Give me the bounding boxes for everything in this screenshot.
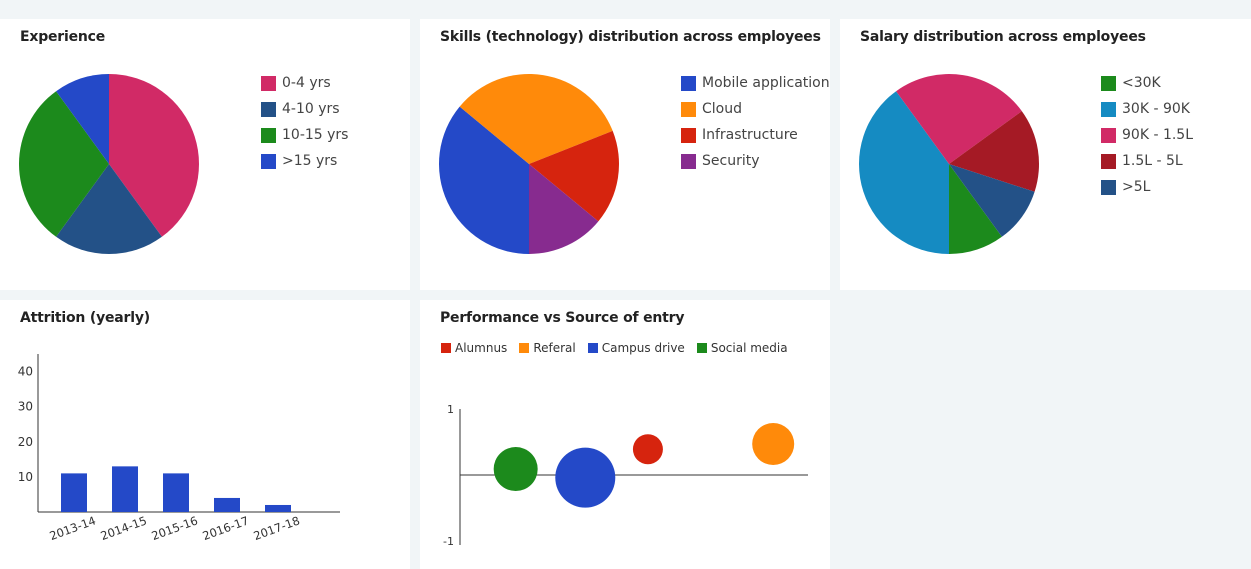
skills-card: Skills (technology) distribution across …	[420, 19, 830, 290]
legend-label: 1.5L - 5L	[1122, 153, 1183, 169]
legend-item[interactable]: Campus drive	[587, 341, 685, 355]
legend-swatch	[681, 75, 696, 91]
legend-swatch	[261, 75, 276, 91]
legend-item[interactable]: Social media	[696, 341, 788, 355]
legend-item[interactable]: <30K	[1101, 70, 1193, 96]
y-tick-label: 40	[18, 365, 33, 379]
legend-label: >15 yrs	[282, 153, 338, 169]
legend-swatch	[681, 127, 696, 143]
legend-swatch	[587, 343, 598, 353]
legend-label: Social media	[710, 341, 788, 355]
legend-label: 4-10 yrs	[282, 101, 340, 117]
salary-pie	[859, 74, 1040, 254]
legend-item[interactable]: Alumnus	[441, 341, 507, 355]
legend-item[interactable]: >5L	[1101, 174, 1193, 200]
skills-legend: Mobile application Cloud Infrastructure …	[681, 70, 830, 174]
legend-label: Campus drive	[601, 341, 685, 355]
legend-label: <30K	[1122, 75, 1161, 91]
bar[interactable]	[214, 497, 240, 512]
legend-label: 10-15 yrs	[282, 127, 349, 143]
x-tick-label: 2017-18	[252, 513, 302, 543]
bar[interactable]	[265, 504, 291, 512]
attrition-card: Attrition (yearly) 10 20 30 40 2013-14 2014-1…	[0, 300, 410, 569]
legend-swatch	[1101, 127, 1116, 143]
y-tick-label: 20	[18, 435, 33, 449]
legend-swatch	[519, 343, 530, 353]
legend-swatch	[261, 153, 276, 169]
performance-legend: Alumnus Referal Campus drive Social medi…	[441, 341, 800, 355]
legend-item[interactable]: Security	[681, 148, 830, 174]
legend-swatch	[441, 343, 451, 353]
legend-item[interactable]: 30K - 90K	[1101, 96, 1193, 122]
legend-label: Alumnus	[455, 341, 508, 355]
salary-legend: <30K 30K - 90K 90K - 1.5L 1.5L - 5L >5L	[1101, 70, 1193, 200]
x-tick-label: 2013-14	[48, 513, 98, 543]
legend-item[interactable]: >15 yrs	[261, 148, 348, 174]
bubble[interactable]	[632, 434, 663, 465]
legend-swatch	[1101, 101, 1116, 117]
performance-bubble-chart: 1 -1	[443, 403, 808, 548]
legend-item[interactable]: 1.5L - 5L	[1101, 148, 1193, 174]
x-tick-label: 2015-16	[150, 513, 200, 543]
legend-swatch	[261, 127, 276, 143]
legend-item[interactable]: Mobile application	[681, 70, 830, 96]
legend-swatch	[696, 343, 707, 353]
x-tick-label: 2014-15	[99, 513, 149, 543]
legend-item[interactable]: 90K - 1.5L	[1101, 122, 1193, 148]
experience-legend: 0-4 yrs 4-10 yrs 10-15 yrs >15 yrs	[261, 70, 348, 174]
skills-title: Skills (technology) distribution across …	[440, 29, 821, 45]
legend-item[interactable]: Referal	[519, 341, 576, 355]
legend-label: 0-4 yrs	[282, 75, 331, 91]
legend-swatch	[1101, 153, 1116, 169]
legend-label: 90K - 1.5L	[1122, 127, 1194, 143]
legend-item[interactable]: 10-15 yrs	[261, 122, 348, 148]
salary-card: Salary distribution across employees <30…	[840, 19, 1251, 290]
legend-swatch	[1101, 75, 1116, 91]
y-tick-label: 30	[18, 400, 33, 414]
bar[interactable]	[61, 473, 87, 512]
legend-swatch	[681, 153, 696, 169]
legend-label: Mobile application	[702, 75, 830, 91]
legend-item[interactable]: 4-10 yrs	[261, 96, 348, 122]
legend-item[interactable]: 0-4 yrs	[261, 70, 348, 96]
x-tick-label: 2016-17	[201, 513, 251, 543]
legend-item[interactable]: Infrastructure	[681, 122, 830, 148]
bubble[interactable]	[555, 447, 616, 508]
legend-label: 30K - 90K	[1122, 101, 1190, 117]
y-tick-label: 10	[18, 470, 33, 484]
legend-label: Cloud	[702, 101, 742, 117]
attrition-bar-chart: 10 20 30 40 2013-14 2014-15 2015-16 2016-17 2017…	[18, 354, 340, 543]
bar[interactable]	[163, 473, 189, 512]
bubble[interactable]	[493, 447, 538, 492]
experience-pie	[19, 74, 199, 254]
salary-title: Salary distribution across employees	[860, 29, 1146, 45]
experience-title: Experience	[20, 29, 106, 45]
bar[interactable]	[112, 466, 138, 512]
skills-pie	[438, 73, 620, 254]
legend-label: Referal	[533, 341, 576, 355]
y-tick-label: 1	[447, 403, 454, 416]
legend-label: Security	[702, 153, 760, 169]
legend-swatch	[261, 101, 276, 117]
legend-label: Infrastructure	[702, 127, 798, 143]
legend-item[interactable]: Cloud	[681, 96, 830, 122]
legend-label: >5L	[1122, 179, 1151, 195]
legend-swatch	[1101, 179, 1116, 195]
bubble[interactable]	[752, 422, 795, 465]
performance-title: Performance vs Source of entry	[440, 310, 685, 326]
y-tick-label: -1	[443, 535, 454, 548]
legend-swatch	[681, 101, 696, 117]
performance-card: Performance vs Source of entry Alumnus R…	[420, 300, 830, 569]
experience-card: Experience 0-4 yrs 4-10 yrs 10-15 yrs >1…	[0, 19, 410, 290]
